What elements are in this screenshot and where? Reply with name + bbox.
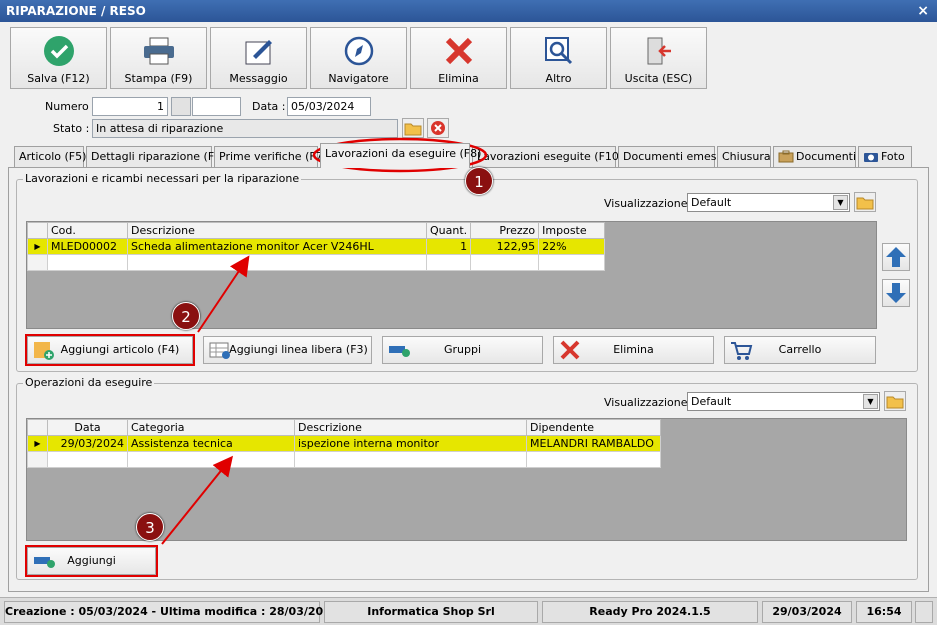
exit-door-icon <box>611 34 706 68</box>
status-created: Creazione : 05/03/2024 - Ultima modifica… <box>4 601 338 623</box>
tab-chiusura[interactable]: Chiusura <box>717 146 771 167</box>
annotation-badge: 2 <box>172 302 200 330</box>
annotation-box <box>25 545 158 577</box>
numero-lookup-button[interactable] <box>171 97 191 116</box>
navigator-button[interactable]: Navigatore <box>310 27 407 89</box>
chevron-down-icon: ▼ <box>833 195 848 210</box>
tab-prime-verifiche[interactable]: Prime verifiche (F7) <box>214 146 327 167</box>
arrow-down-icon <box>886 283 906 303</box>
annotation-box <box>25 334 195 366</box>
data-label: Data : <box>252 100 286 113</box>
data-input[interactable]: 05/03/2024 <box>287 97 371 116</box>
delete-x-icon <box>411 34 506 68</box>
operazioni-group-title: Operazioni da eseguire <box>23 376 155 389</box>
delete-x-icon <box>560 340 580 360</box>
lavorazioni-group-title: Lavorazioni e ricambi necessari per la r… <box>23 172 302 185</box>
col-prezzo[interactable]: Prezzo <box>470 222 540 239</box>
close-icon[interactable]: × <box>917 0 929 22</box>
group-add-icon <box>389 346 410 357</box>
status-product: Ready Pro 2024.1.5 <box>542 601 758 623</box>
magnifier-icon <box>511 34 606 68</box>
message-icon <box>211 34 306 68</box>
compass-icon <box>311 34 406 68</box>
delete-button[interactable]: Elimina <box>410 27 507 89</box>
view-label: Visualizzazione : <box>604 197 695 210</box>
folder-icon[interactable] <box>884 391 906 411</box>
cart-button[interactable]: Carrello <box>724 336 876 364</box>
move-up-button[interactable] <box>882 243 910 271</box>
groups-button[interactable]: Gruppi <box>382 336 543 364</box>
tab-articolo[interactable]: Articolo (F5) <box>14 146 86 167</box>
message-button[interactable]: Messaggio <box>210 27 307 89</box>
exit-button[interactable]: Uscita (ESC) <box>610 27 707 89</box>
lavorazioni-grid: Cod. Descrizione Quant. Prezzo Imposte ▶… <box>26 221 877 329</box>
status-date: 29/03/2024 <box>762 601 852 623</box>
table-row[interactable]: ▶ MLED00002 Scheda alimentazione monitor… <box>27 238 606 255</box>
tab-dettagli[interactable]: Dettagli riparazione (F6) <box>86 146 225 167</box>
col-categoria[interactable]: Categoria <box>127 419 295 436</box>
cart-icon <box>731 342 753 360</box>
status-company: Informatica Shop Srl <box>324 601 538 623</box>
tab-lavorazioni-da-eseguire[interactable]: Lavorazioni da eseguire (F8) <box>320 143 481 168</box>
col-imposte[interactable]: Imposte <box>538 222 606 239</box>
folder-icon[interactable] <box>402 118 424 138</box>
view-label: Visualizzazione : <box>604 396 695 409</box>
table-row[interactable]: ▶ 29/03/2024 Assistenza tecnica ispezion… <box>27 435 661 452</box>
briefcase-icon <box>778 150 794 163</box>
table-row-empty[interactable] <box>27 254 606 271</box>
row-pointer-icon: ▶ <box>27 435 48 452</box>
col-dipendente[interactable]: Dipendente <box>526 419 661 436</box>
view-select[interactable]: Default ▼ <box>687 392 880 411</box>
add-free-line-button[interactable]: Aggiungi linea libera (F3) <box>203 336 372 364</box>
status-time: 16:54 <box>856 601 912 623</box>
col-descrizione[interactable]: Descrizione <box>127 222 427 239</box>
save-button[interactable]: Salva (F12) <box>10 27 107 89</box>
camera-icon <box>864 153 878 162</box>
numero-suffix-input[interactable] <box>192 97 241 116</box>
printer-icon <box>111 34 206 68</box>
check-icon <box>11 34 106 68</box>
row-pointer-icon: ▶ <box>27 238 48 255</box>
tab-foto[interactable]: Foto <box>858 146 912 167</box>
print-button[interactable]: Stampa (F9) <box>110 27 207 89</box>
annotation-badge: 3 <box>136 513 164 541</box>
annotation-badge: 1 <box>465 167 493 195</box>
tab-lavorazioni-eseguite[interactable]: Lavorazioni eseguite (F10) <box>472 146 623 167</box>
clear-icon[interactable] <box>427 118 449 138</box>
arrow-up-icon <box>886 247 906 267</box>
other-button[interactable]: Altro <box>510 27 607 89</box>
status-bar: Creazione : 05/03/2024 - Ultima modifica… <box>0 597 937 625</box>
move-down-button[interactable] <box>882 279 910 307</box>
delete-row-button[interactable]: Elimina <box>553 336 714 364</box>
numero-label: Numero : <box>45 100 96 113</box>
numero-input[interactable]: 1 <box>92 97 168 116</box>
table-row-empty[interactable] <box>27 451 661 468</box>
view-select[interactable]: Default ▼ <box>687 193 850 212</box>
status-grip <box>915 601 933 623</box>
chevron-down-icon: ▼ <box>863 394 878 409</box>
stato-input[interactable]: In attesa di riparazione <box>92 119 398 138</box>
folder-icon[interactable] <box>854 192 876 212</box>
window-titlebar: RIPARAZIONE / RESO × <box>0 0 937 22</box>
col-data[interactable]: Data <box>47 419 128 436</box>
col-descrizione[interactable]: Descrizione <box>294 419 527 436</box>
col-quant[interactable]: Quant. <box>425 222 472 239</box>
tab-documenti-emessi[interactable]: Documenti emessi <box>618 146 725 167</box>
tab-documenti[interactable]: Documenti <box>773 146 856 167</box>
window-title: RIPARAZIONE / RESO <box>6 4 146 18</box>
col-cod[interactable]: Cod. <box>47 222 128 239</box>
stato-label: Stato : <box>53 122 90 135</box>
table-add-icon <box>209 342 230 359</box>
